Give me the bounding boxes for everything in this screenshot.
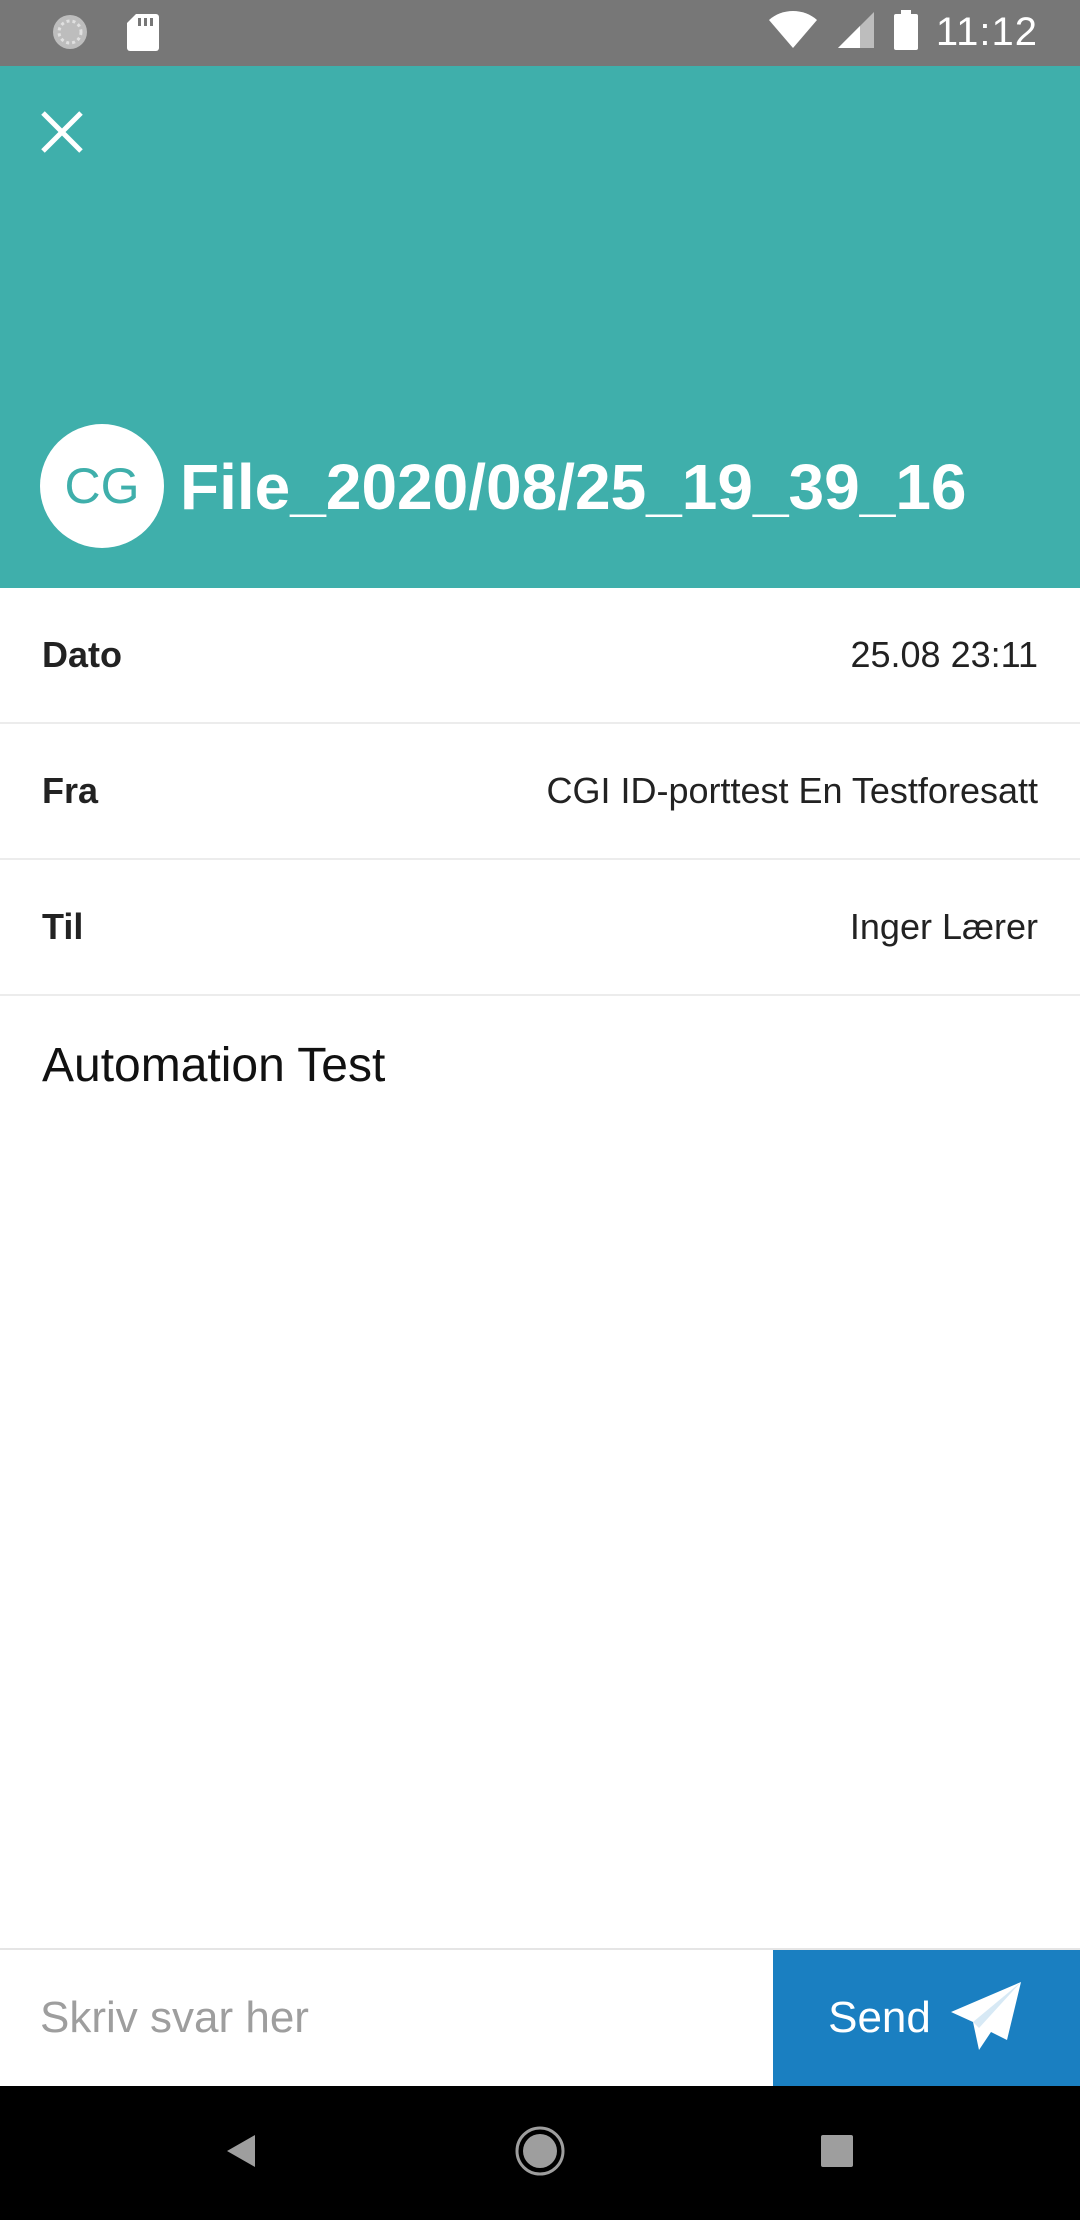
send-icon	[949, 1978, 1025, 2059]
avatar: CG	[40, 424, 164, 548]
battery-icon	[893, 10, 918, 55]
home-icon	[514, 2125, 566, 2182]
send-label: Send	[828, 1993, 931, 2042]
status-left-icons	[50, 12, 160, 57]
meta-label: Dato	[42, 634, 122, 675]
meta-row-from: Fra CGI ID-porttest En Testforesatt	[0, 724, 1080, 860]
close-button[interactable]	[30, 102, 94, 166]
status-time: 11:12	[935, 10, 1038, 54]
back-icon	[221, 2131, 261, 2176]
send-button[interactable]: Send	[773, 1950, 1080, 2086]
meta-label: Til	[42, 906, 84, 947]
meta-label: Fra	[42, 770, 99, 811]
recents-button[interactable]	[777, 2086, 897, 2220]
close-icon	[39, 109, 85, 160]
navigation-bar	[0, 2086, 1080, 2220]
status-right-icons: 11:12	[768, 10, 1038, 55]
reply-bar: Send	[0, 1948, 1080, 2086]
message-body: Automation Test	[42, 1039, 386, 1092]
meta-value: CGI ID-porttest En Testforesatt	[546, 770, 1038, 811]
wifi-icon	[768, 10, 818, 55]
status-bar: 11:12	[0, 0, 1080, 66]
message-title: File_2020/08/25_19_39_16	[180, 451, 967, 523]
avatar-initials: CG	[64, 458, 140, 514]
sd-card-icon	[126, 12, 160, 57]
meta-row-date: Dato 25.08 23:11	[0, 588, 1080, 724]
meta-row-to: Til Inger Lærer	[0, 860, 1080, 996]
reply-input[interactable]	[0, 1950, 773, 2086]
meta-value: Inger Lærer	[849, 906, 1038, 947]
recents-icon	[819, 2133, 855, 2174]
signal-icon	[836, 10, 876, 55]
back-button[interactable]	[181, 2086, 301, 2220]
message-meta: Dato 25.08 23:11 Fra CGI ID-porttest En …	[0, 588, 1080, 996]
home-button[interactable]	[480, 2086, 600, 2220]
meta-value: 25.08 23:11	[850, 634, 1038, 675]
sync-icon	[50, 12, 90, 57]
message-header: CG File_2020/08/25_19_39_16	[0, 66, 1080, 588]
